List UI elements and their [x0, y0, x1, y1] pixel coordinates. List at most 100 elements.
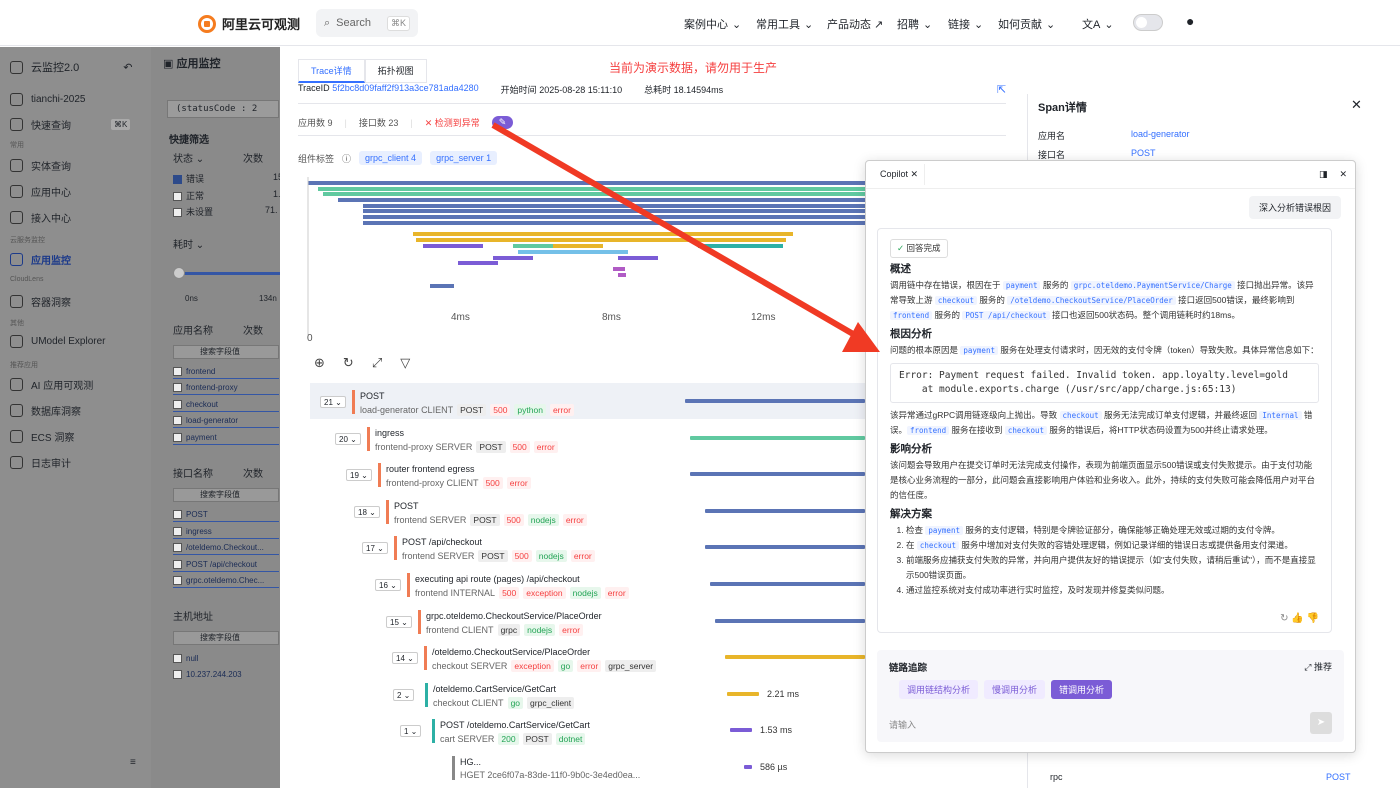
split-icon[interactable]: ◨ [1319, 169, 1328, 180]
app-item[interactable]: load-generator [173, 414, 279, 428]
nav-updates[interactable]: 产品动态 ↗ [827, 16, 883, 32]
nav-jobs[interactable]: 招聘 ⌄ [897, 16, 932, 32]
iface-head[interactable]: 接口名称 [173, 465, 213, 480]
iface-item[interactable]: /oteldemo.Checkout... [173, 541, 279, 555]
status-head[interactable]: 状态 ⌄ [173, 150, 204, 165]
sidebar-item-access[interactable]: 接入中心 [10, 210, 71, 225]
child-count[interactable]: 2 ⌄ [393, 688, 415, 701]
table-row[interactable]: 2 ⌄ /oteldemo.CartService/GetCart checkout… [310, 679, 870, 713]
table-row[interactable]: 16 ⌄ executing api route (pages) /api/che… [310, 569, 870, 603]
anomaly-detected[interactable]: ✕ 检测到异常 [425, 116, 480, 129]
close-icon[interactable]: ✕ [1339, 169, 1347, 180]
span-value[interactable]: load-generator [1131, 129, 1190, 139]
app-item[interactable]: frontend [173, 365, 279, 379]
app-name-head[interactable]: 应用名称 [173, 322, 213, 337]
child-count[interactable]: 14 ⌄ [392, 652, 418, 665]
child-count[interactable]: 17 ⌄ [362, 542, 388, 555]
brand-logo[interactable]: 阿里云可观测 [198, 14, 300, 33]
table-row[interactable]: HG... HGET 2ce6f07a-83de-11f0-9b0c-3e4ed0… [310, 752, 870, 781]
iface-item[interactable]: POST [173, 508, 279, 522]
sidebar-item-audit[interactable]: 日志审计 [10, 455, 71, 470]
sidebar-item-app-monitor[interactable]: 应用监控 [10, 252, 71, 267]
table-row[interactable]: 1 ⌄ POST /oteldemo.CartService/GetCart car… [310, 715, 870, 749]
recommend-link[interactable]: ⤢ 推荐 [1304, 660, 1332, 673]
tab-close-icon[interactable]: ✕ [911, 169, 919, 179]
iface-search-input[interactable]: 搜索字段值 [173, 488, 279, 502]
status-ok[interactable]: 正常 1. [173, 189, 280, 202]
sidebar-item-entity[interactable]: 实体查询 [10, 158, 71, 173]
send-icon[interactable]: ➤ [1310, 712, 1332, 734]
github-icon[interactable]: ● [1186, 13, 1194, 29]
child-count[interactable]: 15 ⌄ [386, 615, 412, 628]
collapse-icon[interactable]: ↶ [123, 61, 132, 74]
host-head[interactable]: 主机地址 [173, 608, 213, 623]
refresh-icon[interactable]: ↻ [343, 355, 354, 371]
span-value[interactable]: POST [1131, 148, 1156, 158]
app-item[interactable]: frontend-proxy [173, 381, 279, 395]
child-count[interactable]: 16 ⌄ [375, 579, 401, 591]
child-count[interactable]: 18 ⌄ [354, 505, 380, 518]
child-count[interactable]: 1 ⌄ [400, 725, 422, 738]
help-icon[interactable]: ⓘ [342, 152, 351, 165]
filter-icon[interactable]: ▽ [400, 355, 410, 371]
tab-trace-detail[interactable]: Trace详情 [298, 59, 365, 83]
ai-analyze-icon[interactable]: ✎ [491, 116, 514, 129]
tag-grpc-server[interactable]: grpc_server 1 [430, 151, 498, 165]
sidebar-item-ai[interactable]: AI 应用可观测 [10, 377, 93, 392]
language-icon[interactable]: 文A ⌄ [1082, 16, 1114, 32]
host-search-input[interactable]: 搜索字段值 [173, 631, 279, 645]
sidebar-item-ecs[interactable]: ECS 洞察 [10, 429, 74, 444]
child-count[interactable]: 20 ⌄ [335, 432, 361, 445]
iface-item[interactable]: POST /api/checkout [173, 558, 279, 572]
menu-icon[interactable]: ≡ [130, 757, 136, 768]
theme-toggle[interactable] [1133, 14, 1163, 31]
table-row[interactable]: 21 ⌄ POST load-generator CLIENT POST 500 pyth… [310, 386, 870, 420]
table-row[interactable]: 17 ⌄ POST /api/checkout frontend SERVER POS… [310, 532, 870, 566]
chat-input[interactable]: 请输入 [889, 718, 916, 731]
duration-head[interactable]: 耗时 ⌄ [173, 236, 204, 251]
sidebar-item-quick-query[interactable]: 快速查询 ⌘K [10, 117, 131, 132]
nav-tools[interactable]: 常用工具 ⌄ [756, 16, 813, 32]
table-row[interactable]: 19 ⌄ router frontend egress frontend-proxy… [310, 459, 870, 493]
retry-icon[interactable]: ↻ [1280, 613, 1288, 624]
span-value[interactable]: POST [1326, 772, 1351, 782]
thumbs-down-icon[interactable]: 👎 [1307, 613, 1319, 624]
app-item[interactable]: checkout [173, 398, 279, 412]
copilot-tab[interactable]: Copilot ✕ [874, 164, 926, 185]
sidebar-item-db[interactable]: 数据库洞察 [10, 403, 81, 418]
duration-slider[interactable] [179, 272, 280, 275]
host-item[interactable]: null [173, 652, 279, 666]
thumbs-up-icon[interactable]: 👍 [1291, 613, 1303, 624]
nav-contribute[interactable]: 如何贡献 ⌄ [998, 16, 1055, 32]
locate-icon[interactable]: ⊕ [314, 355, 325, 371]
tab-topology[interactable]: 拓扑视图 [364, 59, 427, 83]
iface-item[interactable]: ingress [173, 525, 279, 539]
sidebar-item-home[interactable]: tianchi-2025 [10, 93, 85, 106]
expand-icon[interactable]: ⤢ [372, 355, 382, 371]
nav-cases[interactable]: 案例中心 ⌄ [684, 16, 741, 32]
app-item[interactable]: payment [173, 431, 279, 445]
table-row[interactable]: 18 ⌄ POST frontend SERVER POST 500 nodejs erro… [310, 496, 870, 530]
pill-slow[interactable]: 慢调用分析 [984, 680, 1046, 699]
host-item[interactable]: 10.237.244.203 [173, 668, 279, 682]
table-row[interactable]: 20 ⌄ ingress frontend-proxy SERVER POST 500 e… [310, 423, 870, 457]
sidebar-item-umodel[interactable]: UModel Explorer [10, 335, 105, 348]
nav-links[interactable]: 链接 ⌄ [948, 16, 983, 32]
tag-grpc-client[interactable]: grpc_client 4 [359, 151, 423, 165]
status-unset[interactable]: 未设置 71. [173, 205, 278, 218]
sidebar-item-app-center[interactable]: 应用中心 [10, 184, 71, 199]
pill-error[interactable]: 错调用分析 [1051, 680, 1113, 699]
table-row[interactable]: 14 ⌄ /oteldemo.CheckoutService/PlaceOrder… [310, 642, 870, 676]
close-icon[interactable]: ✕ [1351, 97, 1362, 113]
table-row[interactable]: 15 ⌄ grpc.oteldemo.CheckoutService/PlaceO… [310, 606, 870, 640]
search-button[interactable]: ⌕ Search ⌘K [316, 9, 418, 37]
open-external-icon[interactable]: ⇱ [997, 83, 1006, 96]
query-input[interactable]: (statusCode : 2 [167, 100, 279, 118]
sidebar-item-container[interactable]: 容器洞察 [10, 294, 71, 309]
status-error[interactable]: 错误15 [173, 172, 280, 185]
app-search-input[interactable]: 搜索字段值 [173, 345, 279, 359]
slider-handle[interactable] [173, 267, 185, 279]
pill-structure[interactable]: 调用链结构分析 [899, 680, 979, 699]
child-count[interactable]: 21 ⌄ [320, 396, 346, 408]
child-count[interactable]: 19 ⌄ [346, 469, 372, 482]
